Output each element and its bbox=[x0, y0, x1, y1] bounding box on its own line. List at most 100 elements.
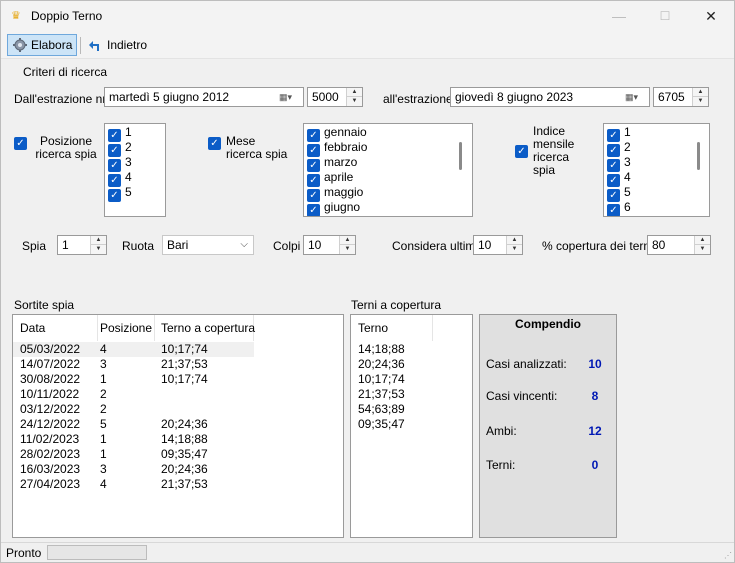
list-item[interactable]: ✓ giugno bbox=[304, 200, 472, 216]
colpi-spin[interactable]: ▲ ▼ bbox=[339, 236, 355, 254]
index-list[interactable]: ✓ 1 ✓ 2 ✓ 3 ✓ 4 ✓ 5 ✓ 6 bbox=[603, 123, 710, 217]
to-number-spin[interactable]: ▲ ▼ bbox=[692, 88, 708, 106]
considera-stepper[interactable]: 10 ▲ ▼ bbox=[473, 235, 523, 255]
colpi-stepper[interactable]: 10 ▲ ▼ bbox=[303, 235, 356, 255]
month-checkbox[interactable]: ✓ Mese ricerca spia bbox=[208, 135, 298, 167]
maximize-button[interactable]: ☐ bbox=[642, 1, 688, 31]
gear-icon bbox=[13, 38, 27, 52]
considera-spin[interactable]: ▲ ▼ bbox=[506, 236, 522, 254]
table-row[interactable]: 28/02/2023 1 09;35;47 bbox=[13, 447, 343, 462]
from-number-stepper[interactable]: 5000 ▲ ▼ bbox=[307, 87, 363, 107]
spin-up-icon[interactable]: ▲ bbox=[340, 236, 355, 245]
list-item[interactable]: ✓ 6 bbox=[604, 200, 709, 216]
column-header-data[interactable]: Data bbox=[13, 315, 98, 341]
from-date-picker[interactable]: martedì 5 giugno 2012 ▦▾ bbox=[104, 87, 304, 107]
spin-up-icon[interactable]: ▲ bbox=[347, 88, 362, 97]
column-header-terno[interactable]: Terno bbox=[351, 315, 433, 341]
list-item[interactable]: ✓ maggio bbox=[304, 185, 472, 202]
list-item[interactable]: ✓ 2 bbox=[105, 140, 165, 157]
from-number-spin[interactable]: ▲ ▼ bbox=[346, 88, 362, 106]
title-bar: ♛ Doppio Terno — ☐ ✕ bbox=[1, 1, 734, 31]
cell-posizione: 4 bbox=[100, 477, 107, 491]
list-item[interactable]: ✓ gennaio bbox=[304, 125, 472, 142]
position-checkbox[interactable]: ✓ Posizione ricerca spia bbox=[14, 135, 97, 167]
list-item[interactable]: ✓ aprile bbox=[304, 170, 472, 187]
table-row[interactable]: 24/12/2022 5 20;24;36 bbox=[13, 417, 343, 432]
copertura-spin[interactable]: ▲ ▼ bbox=[694, 236, 710, 254]
list-item[interactable]: ✓ 3 bbox=[604, 155, 709, 172]
spin-down-icon[interactable]: ▼ bbox=[695, 245, 710, 254]
position-list[interactable]: ✓ 1 ✓ 2 ✓ 3 ✓ 4 ✓ 5 bbox=[104, 123, 166, 217]
cell-data: 10/11/2022 bbox=[20, 387, 80, 401]
list-item[interactable]: ✓ marzo bbox=[304, 155, 472, 172]
chevron-down-icon[interactable]: ⌵ bbox=[240, 236, 248, 254]
list-item[interactable]: ✓ 1 bbox=[604, 125, 709, 142]
list-item[interactable]: ✓ 4 bbox=[105, 170, 165, 187]
cell-terno: 21;37;53 bbox=[161, 357, 208, 371]
spin-up-icon[interactable]: ▲ bbox=[91, 236, 106, 245]
close-button[interactable]: ✕ bbox=[688, 1, 734, 31]
copertura-label: % copertura dei terni bbox=[542, 239, 653, 253]
spin-up-icon[interactable]: ▲ bbox=[695, 236, 710, 245]
cell-terno: 10;17;74 bbox=[161, 342, 208, 356]
table-row[interactable]: 11/02/2023 1 14;18;88 bbox=[13, 432, 343, 447]
progress-bar bbox=[47, 545, 147, 560]
list-item[interactable]: 10;17;74 bbox=[351, 372, 472, 387]
table-row[interactable]: 10/11/2022 2 bbox=[13, 387, 343, 402]
column-header-terno[interactable]: Terno a copertura bbox=[154, 315, 255, 341]
spin-down-icon[interactable]: ▼ bbox=[347, 97, 362, 106]
list-item[interactable]: ✓ 5 bbox=[604, 185, 709, 202]
index-checkbox[interactable]: ✓ Indice mensile ricerca spia bbox=[515, 125, 599, 177]
list-item[interactable]: 14;18;88 bbox=[351, 342, 472, 357]
casi-analizzati-label: Casi analizzati: bbox=[486, 357, 567, 371]
table-row[interactable]: 30/08/2022 1 10;17;74 bbox=[13, 372, 343, 387]
table-row[interactable]: 16/03/2023 3 20;24;36 bbox=[13, 462, 343, 477]
table-row[interactable]: 14/07/2022 3 21;37;53 bbox=[13, 357, 343, 372]
list-item[interactable]: 20;24;36 bbox=[351, 357, 472, 372]
month-list-scrollbar[interactable] bbox=[459, 142, 462, 170]
list-item[interactable]: ✓ 5 bbox=[105, 185, 165, 202]
list-item[interactable]: ✓ 2 bbox=[604, 140, 709, 157]
cell-terno: 20;24;36 bbox=[358, 357, 405, 371]
indietro-button[interactable]: Indietro bbox=[83, 34, 152, 56]
calendar-icon[interactable]: ▦▾ bbox=[279, 90, 301, 104]
terni-list[interactable]: Terno 14;18;88 20;24;36 10;17;74 21;37;53 54… bbox=[350, 314, 473, 538]
list-item[interactable]: ✓ 4 bbox=[604, 170, 709, 187]
cell-posizione: 3 bbox=[100, 357, 107, 371]
list-item[interactable]: ✓ febbraio bbox=[304, 140, 472, 157]
calendar-icon[interactable]: ▦▾ bbox=[625, 90, 647, 104]
list-item[interactable]: 09;35;47 bbox=[351, 417, 472, 432]
month-list[interactable]: ✓ gennaio ✓ febbraio ✓ marzo ✓ aprile ✓ maggi… bbox=[303, 123, 473, 217]
ruota-label: Ruota bbox=[122, 239, 155, 253]
copertura-stepper[interactable]: 80 ▲ ▼ bbox=[647, 235, 711, 255]
from-date-value: martedì 5 giugno 2012 bbox=[109, 90, 230, 104]
spia-stepper[interactable]: 1 ▲ ▼ bbox=[57, 235, 107, 255]
elabora-button[interactable]: Elabora bbox=[7, 34, 78, 56]
table-row[interactable]: 27/04/2023 4 21;37;53 bbox=[13, 477, 343, 492]
spin-up-icon[interactable]: ▲ bbox=[693, 88, 708, 97]
colpi-value: 10 bbox=[308, 238, 322, 252]
to-date-picker[interactable]: giovedì 8 giugno 2023 ▦▾ bbox=[450, 87, 650, 107]
sortite-table[interactable]: Data Posizione Terno a copertura 05/03/2… bbox=[12, 314, 344, 538]
column-header-posizione[interactable]: Posizione bbox=[93, 315, 155, 341]
minimize-button[interactable]: — bbox=[596, 1, 642, 31]
terni-title: Terni a copertura bbox=[351, 298, 442, 312]
spin-down-icon[interactable]: ▼ bbox=[91, 245, 106, 254]
resize-grip-icon[interactable]: ⋰ bbox=[724, 551, 732, 560]
table-row[interactable]: 05/03/2022 4 10;17;74 bbox=[13, 342, 254, 357]
spin-down-icon[interactable]: ▼ bbox=[693, 97, 708, 106]
table-row[interactable]: 03/12/2022 2 bbox=[13, 402, 343, 417]
spin-up-icon[interactable]: ▲ bbox=[507, 236, 522, 245]
list-item[interactable]: ✓ 3 bbox=[105, 155, 165, 172]
list-item[interactable]: 21;37;53 bbox=[351, 387, 472, 402]
index-list-scrollbar[interactable] bbox=[697, 142, 700, 170]
ruota-select[interactable]: Bari ⌵ bbox=[162, 235, 254, 255]
list-item[interactable]: 54;63;89 bbox=[351, 402, 472, 417]
spin-down-icon[interactable]: ▼ bbox=[507, 245, 522, 254]
spia-spin[interactable]: ▲ ▼ bbox=[90, 236, 106, 254]
casi-vincenti-label: Casi vincenti: bbox=[486, 389, 558, 403]
list-item[interactable]: ✓ 1 bbox=[105, 125, 165, 142]
cell-terno: 21;37;53 bbox=[358, 387, 405, 401]
spin-down-icon[interactable]: ▼ bbox=[340, 245, 355, 254]
to-number-stepper[interactable]: 6705 ▲ ▼ bbox=[653, 87, 709, 107]
